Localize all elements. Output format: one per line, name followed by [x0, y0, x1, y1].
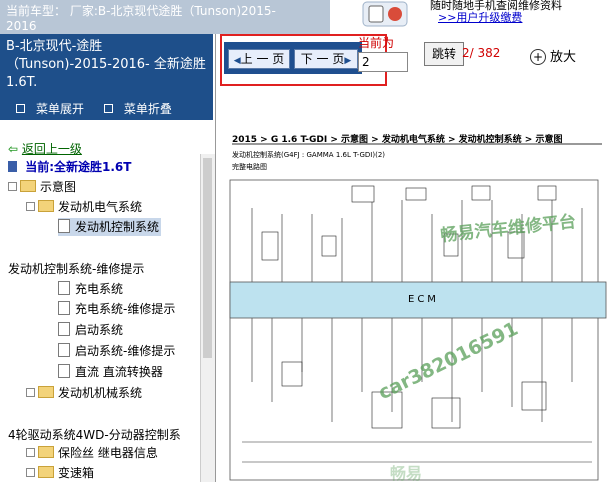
- vehicle-info: 当前车型： 厂家:B-北京现代途胜（Tunson)2015- 2016: [0, 0, 330, 34]
- folder-icon: [38, 386, 54, 398]
- mobile-logo: [345, 0, 425, 28]
- tree-item[interactable]: 保险丝 继电器信息: [26, 444, 158, 462]
- document-icon: [58, 301, 70, 315]
- folder-icon: [38, 200, 54, 212]
- tree-label: 直流 直流转换器: [75, 365, 163, 379]
- document-icon: [58, 281, 70, 295]
- tree-label: 变速箱: [58, 466, 95, 480]
- tree-item[interactable]: 发动机控制系统-维修提示: [8, 260, 144, 278]
- current-page-label: 当前为: [358, 36, 395, 50]
- tree-item[interactable]: 充电系统: [58, 280, 123, 298]
- expand-icon: [26, 448, 35, 457]
- tree-item[interactable]: 启动系统: [58, 321, 123, 339]
- vehicle-line-2: 2016: [6, 19, 37, 33]
- next-page-button[interactable]: 下 一 页▶: [294, 49, 358, 69]
- menu-toggle-row: 菜单展开 菜单折叠: [0, 100, 200, 120]
- tree-item[interactable]: 4轮驱动系统4WD-分动器控制系: [8, 426, 181, 444]
- tree-label: 发动机机械系统: [58, 386, 143, 400]
- prev-label: 上 一 页: [240, 52, 285, 66]
- folder-icon: [20, 180, 36, 192]
- page-count: 2/ 382: [462, 46, 501, 60]
- page-nav-bar: ◀上 一 页 下 一 页▶: [224, 42, 362, 74]
- tree-label: 发动机控制系统-维修提示: [8, 262, 145, 276]
- zoom-in-label: 放大: [550, 50, 577, 65]
- diagram-section: 完整电路图: [232, 163, 267, 171]
- next-arrow-icon: ▶: [344, 56, 352, 66]
- document-icon: [58, 364, 70, 378]
- collapse-icon: [26, 202, 35, 211]
- tree-item[interactable]: 变速箱: [26, 464, 94, 482]
- sidebar-title: B-北京现代-途胜（Tunson)-2015-2016- 全新途胜1.6T.: [6, 39, 206, 90]
- tree-label: 示意图: [40, 180, 77, 194]
- tree-item-selected[interactable]: 发动机控制系统: [58, 218, 162, 236]
- tree-item[interactable]: 直流 直流转换器: [58, 363, 163, 381]
- tree-item[interactable]: 示意图: [8, 178, 76, 196]
- collapse-icon: [103, 104, 113, 113]
- tree-label: 发动机控制系统: [75, 220, 160, 234]
- jump-button[interactable]: 跳转: [424, 42, 464, 66]
- back-label: 返回上一级: [21, 142, 82, 156]
- menu-expand-button[interactable]: 菜单展开: [8, 102, 84, 116]
- tree-label: 4轮驱动系统4WD-分动器控制系: [8, 428, 181, 442]
- tree-label: 保险丝 继电器信息: [58, 446, 158, 460]
- scrollbar-thumb[interactable]: [203, 158, 212, 358]
- tree-label: 充电系统: [75, 282, 124, 296]
- tree-label: 启动系统-维修提示: [75, 344, 176, 358]
- back-arrow-icon: ⇦: [8, 142, 19, 156]
- diagram-subtitle: 发动机控制系统(G4FJ : GAMMA 1.6L T-GDI)(2): [232, 151, 386, 159]
- tree-item[interactable]: 发动机机械系统: [26, 384, 142, 402]
- folder-icon: [38, 466, 54, 478]
- back-link[interactable]: ⇦ 返回上一级: [8, 140, 82, 158]
- sidebar-scrollbar[interactable]: [200, 154, 215, 482]
- zoom-in-button[interactable]: + 放大: [530, 46, 576, 65]
- tree-label: 启动系统: [75, 323, 124, 337]
- tree-item[interactable]: 充电系统-维修提示: [58, 300, 175, 318]
- tree-item[interactable]: 发动机电气系统: [26, 198, 142, 216]
- vehicle-icon: [8, 161, 17, 172]
- vehicle-line-1: 当前车型： 厂家:B-北京现代途胜（Tunson)2015-: [6, 4, 276, 18]
- upgrade-panel: 随时随地手机查阅维修资料 >>用户升级缴费: [430, 0, 607, 30]
- document-icon: [58, 343, 70, 357]
- current-label: 当前:全新途胜1.6T: [25, 160, 132, 174]
- document-icon: [58, 322, 70, 336]
- menu-collapse-button[interactable]: 菜单折叠: [96, 102, 172, 116]
- collapse-icon: [8, 182, 17, 191]
- current-vehicle: 当前:全新途胜1.6T: [8, 158, 131, 176]
- page-number-input[interactable]: [358, 52, 408, 72]
- expand-icon: [26, 388, 35, 397]
- top-bar: 当前车型： 厂家:B-北京现代途胜（Tunson)2015- 2016 随时随地…: [0, 0, 607, 34]
- wiring-diagram: 2015 > G 1.6 T-GDI > 示意图 > 发动机电气系统 > 发动机…: [222, 122, 607, 482]
- tree-item[interactable]: 启动系统-维修提示: [58, 342, 175, 360]
- folder-icon: [38, 446, 54, 458]
- document-icon: [58, 219, 70, 233]
- menu-collapse-label: 菜单折叠: [123, 102, 172, 116]
- tree-label: 充电系统-维修提示: [75, 302, 176, 316]
- expand-icon: [26, 468, 35, 477]
- menu-expand-label: 菜单展开: [36, 102, 85, 116]
- tree-label: 发动机电气系统: [58, 200, 143, 214]
- ecm-label: ECM: [408, 294, 439, 305]
- watermark-text-bottom: 畅易: [390, 464, 423, 482]
- prev-arrow-icon: ◀: [233, 56, 241, 66]
- upgrade-link[interactable]: >>用户升级缴费: [438, 12, 607, 24]
- diagram-breadcrumb: 2015 > G 1.6 T-GDI > 示意图 > 发动机电气系统 > 发动机…: [232, 135, 563, 145]
- zoom-in-icon: +: [530, 49, 546, 65]
- next-label: 下 一 页: [300, 52, 345, 66]
- prev-page-button[interactable]: ◀上 一 页: [228, 49, 290, 69]
- sidebar: B-北京现代-途胜（Tunson)-2015-2016- 全新途胜1.6T. 菜…: [0, 34, 216, 482]
- expand-icon: [16, 104, 25, 113]
